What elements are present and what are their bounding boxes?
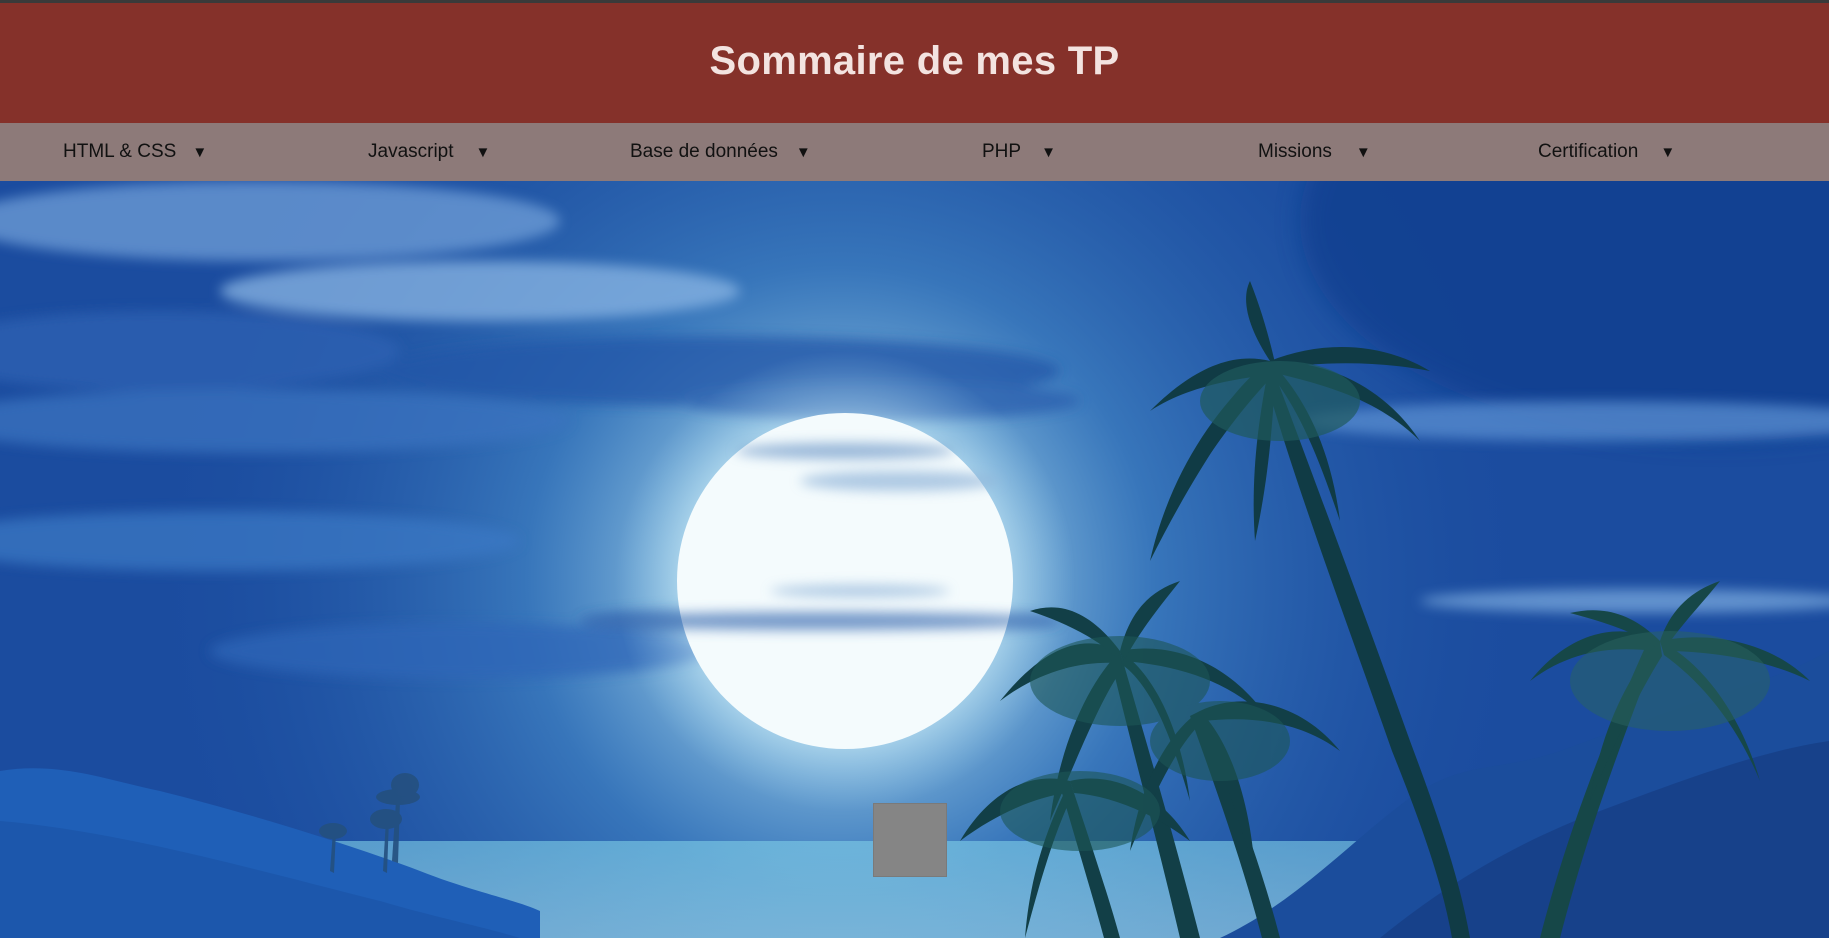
dropdown-arrow-icon: ▼	[1041, 143, 1056, 161]
nav-item-php[interactable]: PHP ▼	[982, 123, 1056, 181]
nav-item-missions[interactable]: Missions ▼	[1258, 123, 1371, 181]
gray-square-button[interactable]	[873, 803, 947, 877]
nav-item-certification[interactable]: Certification ▼	[1538, 123, 1675, 181]
nav-item-base-de-donnees[interactable]: Base de données ▼	[630, 123, 811, 181]
nav-item-label: Base de données	[630, 141, 778, 162]
nav-item-html-css[interactable]: HTML & CSS ▼	[63, 123, 207, 181]
nav-item-label: PHP	[982, 141, 1022, 162]
nav-item-label: Javascript	[368, 141, 454, 162]
dropdown-arrow-icon: ▼	[192, 143, 208, 161]
nav-item-javascript[interactable]: Javascript ▼	[368, 123, 490, 181]
main-nav: HTML & CSS ▼ Javascript ▼ Base de donnée…	[0, 123, 1829, 181]
page-title: Sommaire de mes TP	[709, 38, 1120, 83]
nav-item-label: HTML & CSS	[63, 141, 177, 162]
nav-item-label: Certification	[1538, 141, 1639, 162]
dropdown-arrow-icon: ▼	[475, 143, 491, 161]
nav-item-label: Missions	[1258, 141, 1332, 162]
dropdown-arrow-icon: ▼	[795, 143, 811, 161]
page-header: Sommaire de mes TP	[0, 3, 1829, 123]
dropdown-arrow-icon: ▼	[1660, 143, 1676, 161]
dropdown-arrow-icon: ▼	[1355, 143, 1371, 161]
